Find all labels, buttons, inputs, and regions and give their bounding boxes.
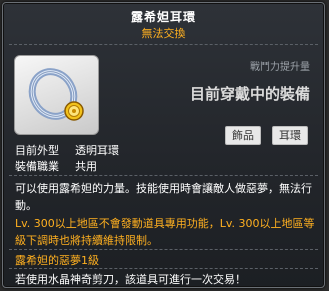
divider bbox=[9, 249, 318, 250]
attribute-value: 共用 bbox=[75, 160, 97, 173]
scissors-note: 若使用水晶神奇剪刀，該道具可進行一次交易！ bbox=[15, 273, 246, 286]
equipped-status: 目前穿戴中的裝備 bbox=[189, 85, 310, 103]
attribute-label: 目前外型 bbox=[15, 144, 59, 157]
item-description: 可以使用露希妲的力量。技能使用時會讓敵人做惡夢，無法行動。 bbox=[15, 182, 312, 212]
attribute-job: 裝備職業 共用 bbox=[15, 158, 97, 174]
soul-level: 露希妲的惡夢1級 bbox=[15, 254, 99, 267]
item-icon-frame bbox=[14, 55, 99, 135]
item-tooltip: 露希妲耳環 無法交換 戰鬥力提升量 目前穿戴中的裝備 飾品 耳環 目前外型 透明耳… bbox=[2, 2, 325, 288]
earring-icon bbox=[28, 68, 84, 121]
attribute-value: 透明耳環 bbox=[75, 144, 119, 157]
category-tag-accessory: 飾品 bbox=[225, 126, 261, 145]
divider bbox=[9, 44, 318, 45]
power-increase-label: 戰鬥力提升量 bbox=[250, 62, 310, 73]
trade-status: 無法交換 bbox=[141, 27, 186, 40]
item-name: 露希妲耳環 bbox=[130, 10, 196, 24]
attribute-appearance: 目前外型 透明耳環 bbox=[15, 142, 119, 158]
divider bbox=[9, 175, 318, 176]
attribute-label: 裝備職業 bbox=[15, 160, 59, 173]
divider bbox=[9, 268, 318, 269]
level-restriction: Lv. 300以上地區不會發動道具專用功能，Lv. 300以上地區等級下調時也將… bbox=[15, 217, 315, 247]
category-tag-earring: 耳環 bbox=[272, 126, 308, 145]
